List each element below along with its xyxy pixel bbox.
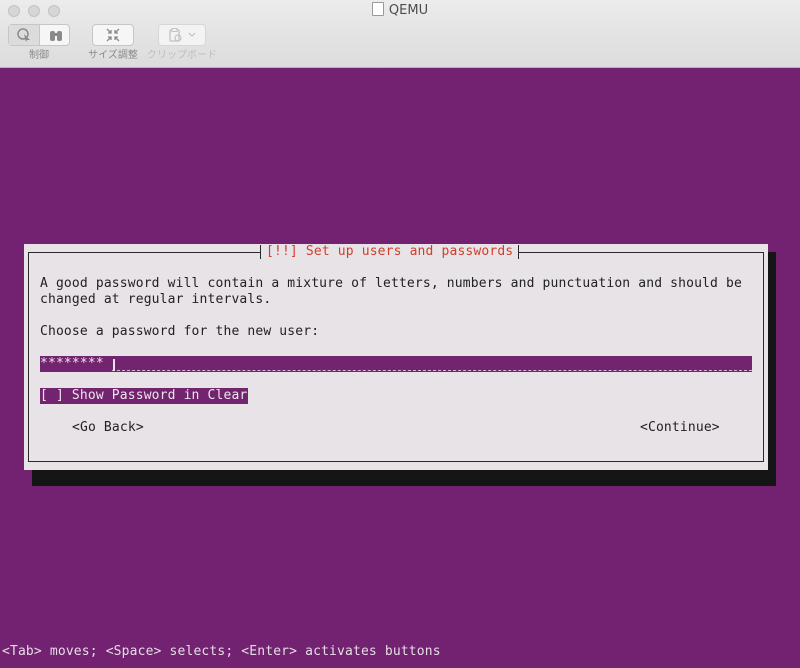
password-input[interactable]: ********	[40, 356, 752, 372]
clipboard-icon	[169, 28, 182, 42]
binoculars-icon	[49, 31, 62, 41]
window-title-text: QEMU	[388, 3, 429, 18]
show-password-checkbox[interactable]: [ ] Show Password in Clear	[40, 388, 249, 404]
window-title: QEMU	[0, 2, 800, 20]
keyboard-capture-button[interactable]	[40, 25, 71, 45]
password-dialog: [!!] Set up users and passwords A good p…	[24, 244, 768, 470]
dialog-shadow	[32, 470, 776, 486]
description-line-2: changed at regular intervals.	[40, 292, 272, 307]
resize-arrows-icon	[106, 28, 120, 42]
control-segmented-button	[8, 24, 70, 46]
window-titlebar: QEMU 制御 サイズ調整 クリップボード	[0, 0, 800, 68]
password-prompt: Choose a password for the new user:	[40, 324, 320, 339]
vm-screen[interactable]: [!!] Set up users and passwords A good p…	[0, 68, 800, 668]
resize-label: サイズ調整	[88, 50, 138, 61]
clipboard-button[interactable]	[158, 24, 206, 46]
text-cursor	[113, 359, 115, 371]
description-line-1: A good password will contain a mixture o…	[40, 276, 742, 291]
status-line: <Tab> moves; <Space> selects; <Enter> ac…	[2, 644, 441, 659]
password-value: ********	[40, 356, 104, 371]
pointer-capture-button[interactable]	[9, 25, 40, 45]
dialog-title: [!!] Set up users and passwords	[260, 244, 520, 260]
clipboard-label: クリップボード	[147, 50, 217, 61]
go-back-button[interactable]: <Go Back>	[72, 420, 144, 436]
continue-button[interactable]: <Continue>	[640, 420, 720, 436]
dialog-shadow-right	[768, 252, 776, 486]
chevron-down-icon	[188, 32, 196, 37]
input-underline	[112, 370, 752, 371]
resize-button[interactable]	[92, 24, 134, 46]
document-icon	[371, 2, 384, 16]
cursor-capture-icon	[17, 28, 30, 42]
control-label: 制御	[29, 50, 49, 61]
